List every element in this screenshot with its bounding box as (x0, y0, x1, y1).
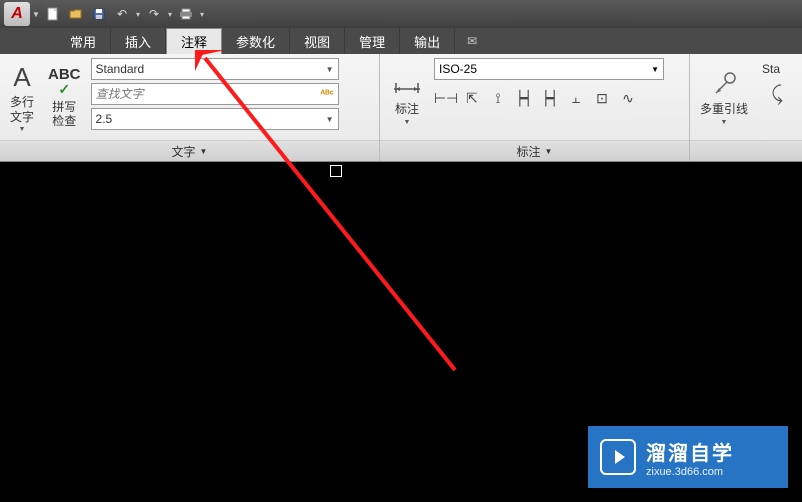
multileader-button[interactable]: 多重引线 ▼ (696, 58, 752, 136)
redo-icon[interactable]: ↷ (143, 4, 165, 24)
multiline-text-label: 多行 文字 (10, 95, 34, 124)
open-file-icon[interactable] (65, 4, 87, 24)
panel-multileader: 多重引线 ▼ Sta ⤹ (690, 54, 802, 161)
save-icon[interactable] (88, 4, 110, 24)
dim-linear-icon[interactable]: ⊢⊣ (434, 87, 458, 109)
chevron-down-icon: ▼ (545, 147, 553, 156)
app-menu-dropdown-icon[interactable]: ▼ (32, 10, 40, 19)
dimension-icon (392, 68, 422, 100)
text-height-value: 2.5 (96, 112, 113, 126)
panel-text-title-label: 文字 (172, 143, 196, 160)
find-text-icon: ᴬᴮᶜ (320, 89, 333, 100)
tab-common[interactable]: 常用 (56, 28, 111, 54)
panel-dimension-title-label: 标注 (517, 143, 541, 160)
dim-style-value: ISO-25 (439, 62, 477, 76)
chevron-down-icon: ▼ (651, 65, 659, 74)
new-file-icon[interactable] (42, 4, 64, 24)
tab-annotate[interactable]: 注释 (166, 28, 222, 54)
multileader-icon (710, 68, 738, 100)
spellcheck-icon: ABC ✓ (48, 66, 81, 98)
spellcheck-button[interactable]: ABC ✓ 拼写 检查 (44, 58, 85, 136)
leader-sub-icon[interactable]: ⤹ (762, 79, 792, 109)
tab-parametric[interactable]: 参数化 (222, 28, 290, 54)
watermark-title: 溜溜自学 (646, 437, 734, 466)
spellcheck-label: 拼写 检查 (52, 100, 76, 129)
panel-dimension-title[interactable]: 标注 ▼ (380, 140, 689, 161)
find-text-input[interactable]: ᴬᴮᶜ (91, 83, 339, 105)
tab-view[interactable]: 视图 (290, 28, 345, 54)
leader-style-value-cut: Sta (762, 62, 792, 76)
dim-jog-icon[interactable]: ∿ (616, 87, 640, 109)
multileader-label: 多重引线 (700, 102, 748, 116)
find-text-field[interactable] (96, 87, 321, 101)
panel-text: A 多行 文字 ▼ ABC ✓ 拼写 检查 Standard ▼ ᴬᴮᶜ (0, 54, 380, 161)
text-style-value: Standard (96, 62, 145, 76)
leader-style-area: Sta ⤹ (758, 58, 796, 113)
dim-ordinate-icon[interactable]: ⫠ (564, 87, 588, 109)
dim-tolerance-icon[interactable]: ⊡ (590, 87, 614, 109)
dim-continue-icon[interactable]: ┝┥ (512, 87, 536, 109)
dim-style-combo[interactable]: ISO-25 ▼ (434, 58, 664, 80)
panel-multileader-title[interactable] (690, 140, 802, 161)
multiline-text-button[interactable]: A 多行 文字 ▼ (6, 58, 38, 136)
ribbon-tabstrip: 常用 插入 注释 参数化 视图 管理 输出 ✉ (0, 28, 802, 54)
dim-break-icon[interactable]: ⟟ (486, 87, 510, 109)
text-height-combo[interactable]: 2.5 ▼ (91, 108, 339, 130)
chevron-down-icon: ▼ (721, 119, 728, 126)
dimension-button[interactable]: 标注 ▼ (386, 58, 428, 136)
tab-output[interactable]: 输出 (400, 28, 455, 54)
redo-dropdown-icon[interactable]: ▾ (166, 4, 174, 24)
check-icon: ✓ (58, 81, 70, 98)
quick-access-toolbar: ↶ ▾ ↷ ▾ ▾ (42, 4, 206, 24)
cursor-pickbox (330, 165, 342, 177)
watermark-play-icon (600, 439, 636, 475)
panel-text-title[interactable]: 文字 ▼ (0, 140, 379, 161)
app-icon[interactable]: A (4, 2, 30, 26)
print-icon[interactable] (175, 4, 197, 24)
ribbon: A 多行 文字 ▼ ABC ✓ 拼写 检查 Standard ▼ ᴬᴮᶜ (0, 54, 802, 162)
chevron-down-icon: ▼ (326, 65, 334, 74)
chevron-down-icon: ▼ (200, 147, 208, 156)
chevron-down-icon: ▼ (404, 119, 411, 126)
chevron-down-icon: ▼ (326, 115, 334, 124)
undo-icon[interactable]: ↶ (111, 4, 133, 24)
tab-manage[interactable]: 管理 (345, 28, 400, 54)
watermark-subtitle: zixue.3d66.com (646, 466, 734, 478)
text-style-combo[interactable]: Standard ▼ (91, 58, 339, 80)
dimension-label: 标注 (395, 102, 419, 116)
panel-dimension: 标注 ▼ ISO-25 ▼ ⊢⊣ ⇱ ⟟ ┝┥ ┝┥ ⫠ ⊡ ∿ (380, 54, 690, 161)
undo-dropdown-icon[interactable]: ▾ (134, 4, 142, 24)
tab-extra-icon[interactable]: ✉ (455, 28, 489, 54)
watermark: 溜溜自学 zixue.3d66.com (588, 426, 788, 488)
dim-aligned-icon[interactable]: ⇱ (460, 87, 484, 109)
tab-insert[interactable]: 插入 (111, 28, 166, 54)
text-icon: A (13, 61, 30, 93)
dim-baseline-icon[interactable]: ┝┥ (538, 87, 562, 109)
title-bar: A ▼ ↶ ▾ ↷ ▾ ▾ (0, 0, 802, 28)
chevron-down-icon: ▼ (19, 126, 26, 133)
qat-customize-dropdown-icon[interactable]: ▾ (198, 4, 206, 24)
